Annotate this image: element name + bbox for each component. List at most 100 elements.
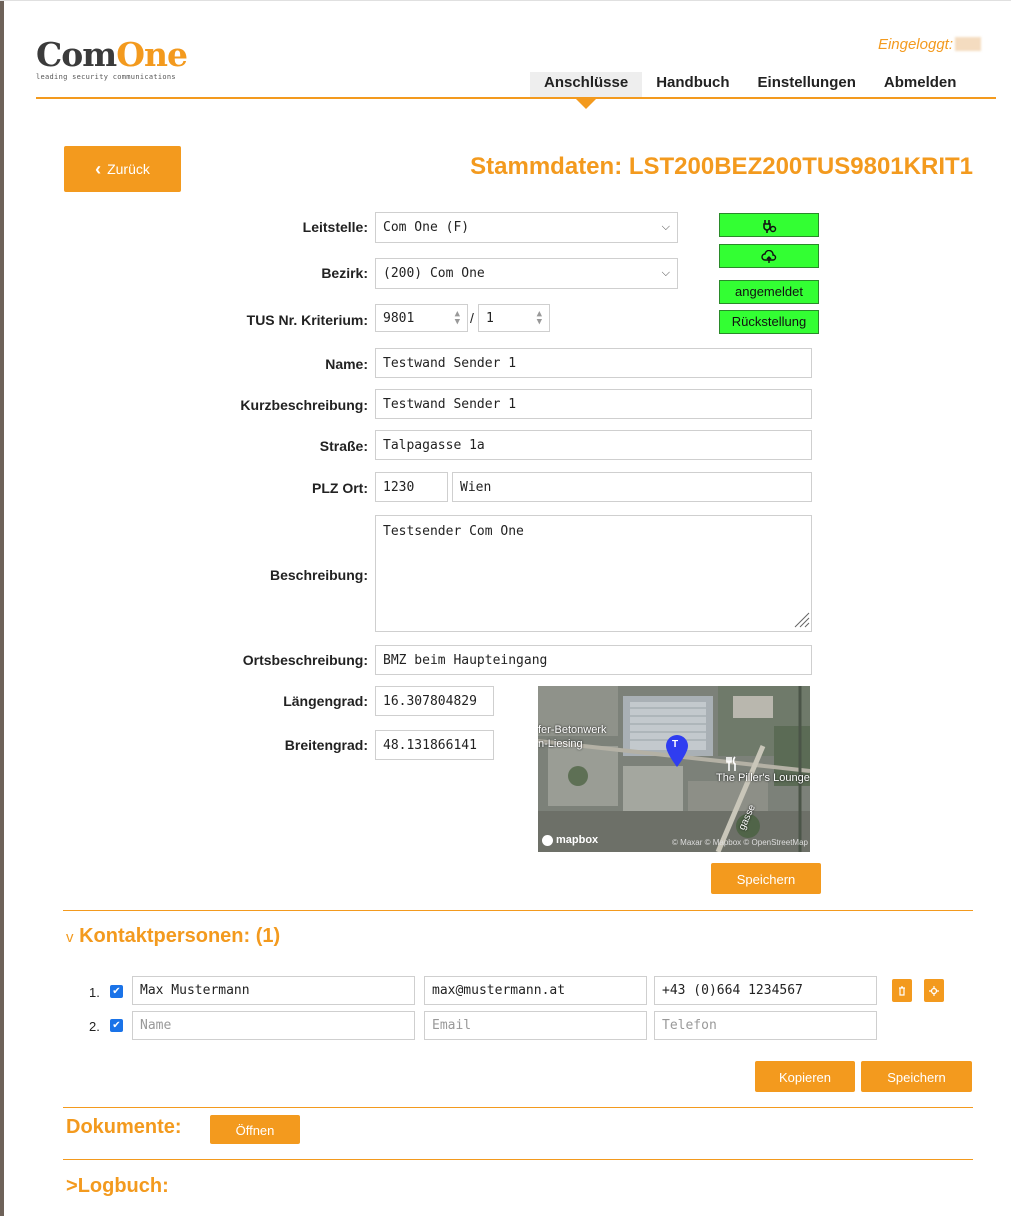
back-button[interactable]: ‹ Zurück [64,146,181,192]
mapbox-logo-icon [542,834,553,846]
plug-icon [763,219,777,233]
chevron-left-icon: ‹ [95,158,102,179]
breitengrad-input[interactable]: 48.131866141 [375,730,494,760]
logbook-section-header[interactable]: >Logbuch: [66,1175,169,1198]
copy-contacts-button[interactable]: Kopieren [755,1061,855,1092]
contact-active-checkbox[interactable]: ✔ [110,1019,123,1032]
plz-ort-label: PLZ Ort: [312,480,368,496]
tus-label: TUS Nr. Kriterium: [246,312,368,328]
nav-anschluesse[interactable]: Anschlüsse [530,72,643,109]
gear-icon [929,985,939,996]
contact-phone-input[interactable]: +43 (0)664 1234567 [654,976,877,1005]
contact-row-number: 2. [89,1019,100,1034]
contact-settings-button[interactable] [924,979,944,1002]
beschreibung-textarea[interactable]: Testsender Com One [375,515,812,632]
contact-active-checkbox[interactable]: ✔ [110,985,123,998]
nav-einstellungen[interactable]: Einstellungen [744,72,870,98]
delete-contact-button[interactable] [892,979,912,1002]
map-label-liesing: n-Liesing [538,738,583,750]
cloud-upload-icon [761,249,777,263]
kurzbeschreibung-input[interactable]: Testwand Sender 1 [375,389,812,419]
documents-divider [63,1107,973,1108]
contacts-title: Kontaktpersonen: (1) [79,925,281,947]
back-button-label: Zurück [107,161,150,177]
contact-row-number: 1. [89,985,100,1000]
kurzbeschreibung-label: Kurzbeschreibung: [240,397,368,413]
contact-email-input[interactable]: max@mustermann.at [424,976,647,1005]
leitstelle-label: Leitstelle: [302,219,368,235]
contact-email-value: max@mustermann.at [432,983,566,998]
leitstelle-value: Com One (F) [383,220,470,235]
beschreibung-value: Testsender Com One [383,524,524,539]
map-label-poi: The Piller's Lounge [716,772,810,784]
trash-icon [899,985,905,996]
new-contact-phone-input[interactable]: Telefon [654,1011,877,1040]
ort-value: Wien [460,479,492,495]
location-map[interactable]: fer-Betonwerk n-Liesing The Piller's Lou… [538,686,810,852]
logbook-title: Logbuch: [77,1175,169,1197]
ort-input[interactable]: Wien [452,472,812,502]
contact-name-input[interactable]: Max Mustermann [132,976,415,1005]
logged-in-label: Eingeloggt: [877,36,953,53]
name-label: Name: [325,356,368,372]
connection-status-badge [719,213,819,237]
logo: ComOne leading security communications [36,35,188,82]
bezirk-value: (200) Com One [383,266,485,281]
chevron-down-icon: ⌵ [661,221,670,233]
mapbox-logo[interactable]: mapbox [542,834,598,846]
new-contact-email-input[interactable]: Email [424,1011,647,1040]
open-documents-button[interactable]: Öffnen [210,1115,300,1144]
ortsbeschreibung-value: BMZ beim Haupteingang [383,652,548,668]
laengengrad-label: Längengrad: [283,693,368,709]
kriterium-input[interactable]: 1 ▲ ▼ [478,304,550,332]
registered-status-badge: angemeldet [719,280,819,304]
tus-number-input[interactable]: 9801 ▲ ▼ [375,304,468,332]
nav-handbuch[interactable]: Handbuch [642,72,743,98]
spinner-arrows-icon[interactable]: ▲ ▼ [455,310,460,327]
beschreibung-label: Beschreibung: [269,567,368,583]
logbook-divider [63,1159,973,1160]
map-attribution[interactable]: © Maxar © Mapbox © OpenStreetMap [672,838,808,847]
contacts-divider [63,910,973,911]
window-top-border [0,0,1011,1]
strasse-label: Straße: [319,438,368,454]
kriterium-value: 1 [486,310,494,326]
strasse-value: Talpagasse 1a [383,437,485,453]
logbook-toggle-icon[interactable]: > [66,1175,78,1197]
contacts-toggle-icon[interactable]: v [66,929,74,946]
restaurant-icon [726,756,736,771]
leitstelle-select[interactable]: Com One (F) ⌵ [375,212,678,243]
tus-value: 9801 [383,310,415,326]
spinner-arrows-icon[interactable]: ▲ ▼ [537,310,542,327]
name-input[interactable]: Testwand Sender 1 [375,348,812,378]
logo-wordmark: ComOne [36,35,188,74]
breitengrad-value: 48.131866141 [383,737,477,753]
reset-status-badge: Rückstellung [719,310,819,334]
contacts-section-header[interactable]: v Kontaktpersonen: (1) [66,925,280,948]
map-label-betonwerk: fer-Betonwerk [538,724,607,736]
contact-phone-value: +43 (0)664 1234567 [662,983,803,998]
laengengrad-value: 16.307804829 [383,693,477,709]
satellite-imagery [538,686,810,852]
mapbox-logo-text: mapbox [556,834,599,846]
email-placeholder: Email [432,1018,472,1033]
resize-grip-icon[interactable] [792,610,810,628]
chevron-down-icon: ⌵ [661,267,670,279]
save-master-data-button[interactable]: Speichern [711,863,821,894]
save-contacts-button[interactable]: Speichern [861,1061,972,1092]
contact-name-value: Max Mustermann [140,983,250,998]
kurzbeschreibung-value: Testwand Sender 1 [383,396,517,412]
bezirk-select[interactable]: (200) Com One ⌵ [375,258,678,289]
plz-value: 1230 [383,479,415,495]
main-nav: Anschlüsse Handbuch Einstellungen Abmeld… [530,72,971,109]
map-marker-letter: T [672,739,679,750]
new-contact-name-input[interactable]: Name [132,1011,415,1040]
bezirk-label: Bezirk: [321,265,368,281]
ortsbeschreibung-label: Ortsbeschreibung: [242,652,368,668]
logo-tagline: leading security communications [36,73,176,81]
nav-abmelden[interactable]: Abmelden [870,72,971,98]
ortsbeschreibung-input[interactable]: BMZ beim Haupteingang [375,645,812,675]
plz-input[interactable]: 1230 [375,472,448,502]
strasse-input[interactable]: Talpagasse 1a [375,430,812,460]
laengengrad-input[interactable]: 16.307804829 [375,686,494,716]
